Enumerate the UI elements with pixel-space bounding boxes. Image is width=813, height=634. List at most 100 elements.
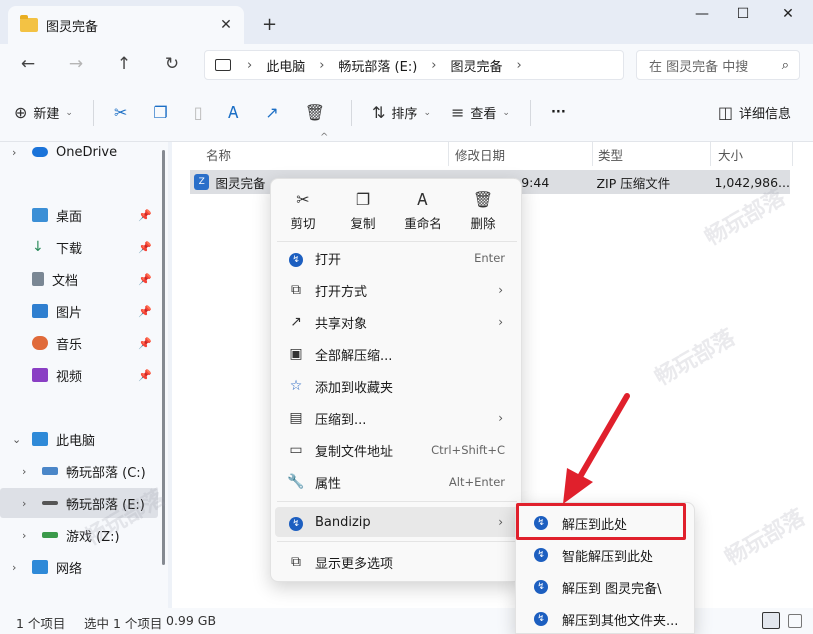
submenu-item-smart-extract[interactable]: ↯ 智能解压到此处 (520, 540, 692, 570)
delete-button[interactable]: 🗑 (305, 103, 331, 122)
chevron-right-icon: › (498, 315, 503, 329)
paste-button[interactable]: ▯ (194, 103, 209, 122)
sidebar-item-drive-c[interactable]: › 畅玩部落 (C:) (0, 456, 158, 486)
sidebar-item-downloads[interactable]: ↓ 下载 📌 (0, 232, 158, 262)
rename-button[interactable]: Ꭺ (229, 103, 246, 123)
bandizip-icon: ↯ (534, 548, 548, 562)
sidebar-scrollbar[interactable] (162, 150, 165, 565)
music-icon (32, 336, 48, 350)
copy-action[interactable]: ❐ 复制 (333, 189, 393, 232)
pin-icon: 📌 (138, 304, 152, 318)
sidebar-item-videos[interactable]: 视频 📌 (0, 360, 158, 390)
menu-item-open[interactable]: ↯ 打开 Enter (275, 243, 519, 273)
rename-action[interactable]: Ꭺ 重命名 (393, 189, 453, 232)
breadcrumb-drive-e[interactable]: 畅玩部落 (E:) (338, 56, 417, 75)
sidebar-item-drive-z[interactable]: › 游戏 (Z:) (0, 520, 158, 550)
menu-divider (277, 501, 517, 502)
breadcrumb-this-pc[interactable]: 此电脑 (266, 56, 305, 75)
column-header-type[interactable]: 类型 (598, 142, 623, 166)
refresh-icon[interactable]: ↻ (162, 54, 182, 74)
more-button[interactable]: ··· (551, 105, 566, 120)
action-label: 剪切 (290, 216, 316, 231)
trash-icon: 🗑 (472, 190, 494, 209)
bandizip-icon: ↯ (289, 516, 303, 531)
more-options-icon: ⧉ (291, 554, 301, 570)
column-header-modified[interactable]: 修改日期 (455, 142, 505, 166)
delete-action[interactable]: 🗑 删除 (453, 189, 513, 232)
close-button[interactable]: ✕ (778, 6, 798, 22)
sidebar-item-onedrive[interactable]: › OneDrive (0, 137, 158, 167)
copy-button[interactable]: ❐ (153, 103, 173, 122)
submenu-item-extract-to-folder[interactable]: ↯ 解压到 图灵完备\ (520, 572, 692, 602)
sort-button[interactable]: ⇅ 排序 ⌄ (372, 103, 431, 122)
more-label: ··· (550, 105, 566, 120)
bandizip-icon: ↯ (534, 612, 548, 626)
sidebar-item-label: 图片 (56, 305, 83, 321)
cut-button[interactable]: ✂ (114, 103, 133, 122)
maximize-button[interactable]: ☐ (733, 6, 753, 22)
column-divider[interactable] (448, 142, 449, 166)
pin-icon: 📌 (138, 272, 152, 286)
menu-item-bandizip[interactable]: ↯ Bandizip › (275, 507, 519, 537)
details-button[interactable]: ◫ 详细信息 (718, 103, 791, 122)
details-view-button[interactable] (762, 612, 780, 629)
column-divider[interactable] (792, 142, 793, 166)
submenu-item-extract-other[interactable]: ↯ 解压到其他文件夹... (520, 604, 692, 634)
menu-item-share[interactable]: ↗ 共享对象 › (275, 307, 519, 337)
sidebar-item-documents[interactable]: 文档 📌 (0, 264, 158, 294)
toolbar-divider (529, 99, 531, 126)
chevron-right-icon: › (498, 283, 503, 297)
sidebar-item-drive-e[interactable]: › 畅玩部落 (E:) (0, 488, 158, 518)
column-divider[interactable] (710, 142, 711, 166)
view-button[interactable]: ≡ 查看 ⌄ (451, 103, 510, 122)
column-divider[interactable] (592, 142, 593, 166)
menu-item-label: 智能解压到此处 (562, 549, 654, 565)
tiles-view-button[interactable] (788, 614, 802, 628)
menu-item-properties[interactable]: 🔧 属性 Alt+Enter (275, 467, 519, 497)
new-tab-button[interactable]: + (262, 14, 277, 35)
back-icon[interactable]: ← (18, 54, 38, 74)
cut-action[interactable]: ✂ 剪切 (273, 189, 333, 232)
new-button[interactable]: ⊕ 新建 ⌄ (14, 103, 73, 122)
tab-main[interactable]: 图灵完备 ✕ (8, 6, 244, 44)
menu-item-extract-all[interactable]: ▣ 全部解压缩... (275, 339, 519, 369)
menu-item-label: 压缩到... (315, 412, 367, 428)
menu-item-add-favorites[interactable]: ☆ 添加到收藏夹 (275, 371, 519, 401)
sidebar-item-desktop[interactable]: 桌面 📌 (0, 200, 158, 230)
navigation-pane: › OneDrive 桌面 📌 ↓ 下载 📌 文档 📌 图片 📌 音乐 📌 视频… (0, 142, 168, 608)
file-type: ZIP 压缩文件 (596, 175, 671, 191)
sidebar-item-label: 此电脑 (56, 433, 96, 449)
sidebar-item-music[interactable]: 音乐 📌 (0, 328, 158, 358)
highlight-box (516, 503, 686, 540)
tab-close-icon[interactable]: ✕ (216, 17, 236, 33)
bandizip-icon: ↯ (534, 580, 548, 594)
up-icon[interactable]: ↑ (114, 54, 134, 74)
tab-title: 图灵完备 (46, 19, 99, 35)
drive-icon (42, 501, 58, 505)
document-icon (32, 272, 44, 286)
folder-icon (20, 15, 38, 32)
action-label: 复制 (350, 216, 376, 231)
search-input[interactable]: 在 图灵完备 中搜 ⌕ (636, 50, 800, 80)
sidebar-item-network[interactable]: › 网络 (0, 552, 158, 582)
context-menu: ✂ 剪切 ❐ 复制 Ꭺ 重命名 🗑 删除 ↯ 打开 Enter ⧉ 打开方式 ›… (270, 178, 522, 582)
menu-item-open-with[interactable]: ⧉ 打开方式 › (275, 275, 519, 305)
menu-item-copy-path[interactable]: ▭ 复制文件地址 Ctrl+Shift+C (275, 435, 519, 465)
sidebar-item-pictures[interactable]: 图片 📌 (0, 296, 158, 326)
minimize-button[interactable]: — (692, 6, 712, 22)
breadcrumb-folder[interactable]: 图灵完备 (451, 56, 503, 75)
forward-icon[interactable]: → (66, 54, 86, 74)
share-button[interactable]: ↗ (265, 103, 284, 122)
menu-item-show-more[interactable]: ⧉ 显示更多选项 (275, 547, 519, 577)
menu-item-label: 打开 (315, 252, 342, 268)
cloud-icon (32, 147, 48, 157)
compress-icon: ▤ (289, 410, 303, 426)
address-bar[interactable]: › 此电脑 › 畅玩部落 (E:) › 图灵完备 › (204, 50, 624, 80)
menu-item-compress-to[interactable]: ▤ 压缩到... › (275, 403, 519, 433)
context-quick-actions: ✂ 剪切 ❐ 复制 Ꭺ 重命名 🗑 删除 (271, 179, 523, 241)
menu-shortcut: Enter (474, 251, 505, 265)
column-header-size[interactable]: 大小 (718, 142, 743, 166)
column-header-name[interactable]: 名称 (206, 142, 231, 166)
sidebar-item-this-pc[interactable]: ⌄ 此电脑 (0, 424, 158, 454)
extract-icon: ▣ (289, 346, 303, 362)
